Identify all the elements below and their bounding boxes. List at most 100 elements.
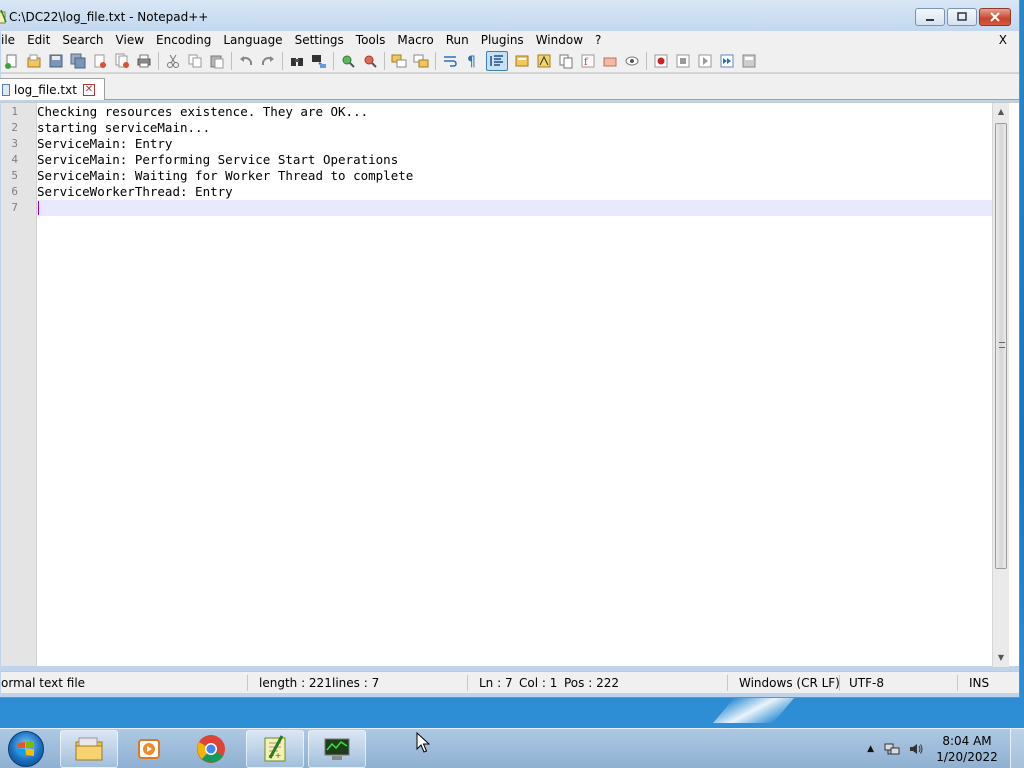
file-explorer-icon (75, 737, 103, 761)
notepad-plus-plus-icon: ++ (264, 735, 286, 762)
taskbar-notepad-plus-plus[interactable]: ++ (246, 730, 304, 768)
play-macro-button[interactable] (697, 53, 713, 69)
redo-button[interactable] (260, 53, 276, 69)
text-caret (38, 201, 39, 215)
window-controls (915, 8, 1011, 26)
menu-plugins[interactable]: Plugins (475, 31, 530, 49)
tab-close-icon[interactable]: ✕ (82, 83, 95, 96)
zoom-out-button[interactable] (362, 53, 378, 69)
menu-view[interactable]: View (110, 31, 150, 49)
status-insert-mode[interactable]: INS (969, 672, 989, 694)
code-line[interactable]: starting serviceMain... (37, 120, 993, 136)
close-icon (990, 12, 1000, 22)
menu-encoding[interactable]: Encoding (150, 31, 217, 49)
svg-text:¶: ¶ (467, 54, 476, 69)
menu-macro[interactable]: Macro (391, 31, 439, 49)
run-macro-multiple-button[interactable] (719, 53, 735, 69)
vertical-scrollbar[interactable]: ▲ ▼ (992, 103, 1009, 667)
scroll-up-arrow-icon[interactable]: ▲ (993, 103, 1009, 119)
taskbar-chrome[interactable] (182, 730, 240, 768)
undo-button[interactable] (238, 53, 254, 69)
status-separator (839, 675, 840, 691)
function-list-button[interactable] (558, 53, 574, 69)
sync-horizontal-button[interactable] (413, 53, 429, 69)
sync-horizontal-icon (413, 54, 429, 67)
menu-file[interactable]: ile (1, 31, 21, 49)
show-desktop-button[interactable] (1010, 729, 1024, 768)
volume-icon[interactable] (908, 741, 924, 757)
open-file-button[interactable] (26, 53, 42, 69)
copy-icon (188, 54, 202, 67)
menu-run[interactable]: Run (440, 31, 475, 49)
editor-area[interactable]: 1 2 3 4 5 6 7 Checking resources existen… (1, 102, 1019, 667)
find-button[interactable] (289, 53, 305, 69)
zoom-in-button[interactable] (340, 53, 356, 69)
menu-help[interactable]: ? (589, 31, 607, 49)
close-all-button[interactable] (114, 53, 130, 69)
stop-macro-button[interactable] (675, 53, 691, 69)
show-all-chars-button[interactable]: ¶ (464, 53, 480, 69)
menu-window[interactable]: Window (530, 31, 589, 49)
save-icon (49, 54, 63, 67)
menu-language[interactable]: Language (217, 31, 288, 49)
new-file-button[interactable] (4, 53, 20, 69)
maximize-button[interactable] (947, 8, 977, 26)
close-window-button[interactable] (979, 8, 1011, 26)
record-macro-button[interactable] (653, 53, 669, 69)
network-icon[interactable] (884, 741, 900, 757)
function-button[interactable]: f (580, 53, 596, 69)
menu-settings[interactable]: Settings (289, 31, 350, 49)
current-code-line[interactable] (37, 200, 993, 216)
chrome-icon (197, 735, 225, 763)
scroll-down-arrow-icon[interactable]: ▼ (993, 649, 1009, 665)
paste-button[interactable] (209, 53, 225, 69)
status-file-type: ormal text file (1, 676, 86, 690)
tab-log-file[interactable]: log_file.txt ✕ (0, 78, 105, 100)
cut-button[interactable] (165, 53, 181, 69)
taskbar-network-monitor[interactable] (308, 730, 366, 768)
notepad-plus-plus-app-icon[interactable] (0, 10, 7, 24)
code-line[interactable]: ServiceWorkerThread: Entry (37, 184, 993, 200)
code-text-area[interactable]: Checking resources existence. They are O… (37, 103, 993, 666)
word-wrap-icon (444, 55, 457, 67)
scrollbar-thumb[interactable] (995, 123, 1007, 569)
save-button[interactable] (48, 53, 64, 69)
save-all-button[interactable] (70, 53, 86, 69)
close-document-button[interactable]: X (999, 31, 1007, 49)
open-file-icon (27, 54, 41, 67)
indent-guide-button[interactable] (486, 50, 508, 71)
start-button[interactable] (8, 731, 44, 767)
code-line[interactable]: ServiceMain: Entry (37, 136, 993, 152)
word-wrap-button[interactable] (442, 53, 458, 69)
close-file-icon (94, 54, 106, 68)
monitoring-button[interactable] (624, 53, 640, 69)
taskbar-media-player[interactable] (120, 730, 178, 768)
print-button[interactable] (136, 53, 152, 69)
line-number-gutter: 1 2 3 4 5 6 7 (1, 103, 37, 666)
sync-vertical-button[interactable] (391, 53, 407, 69)
menu-edit[interactable]: Edit (21, 31, 56, 49)
show-hidden-icons-icon[interactable]: ▲ (867, 744, 874, 754)
status-eol[interactable]: Windows (CR LF) (739, 672, 840, 694)
status-lines: lines : 7 (332, 676, 380, 690)
code-line[interactable]: ServiceMain: Performing Service Start Op… (37, 152, 993, 168)
code-line[interactable]: Checking resources existence. They are O… (37, 104, 993, 120)
replace-button[interactable] (311, 53, 327, 69)
close-file-button[interactable] (92, 53, 108, 69)
folder-workspace-button[interactable] (602, 53, 618, 69)
status-encoding[interactable]: UTF-8 (849, 672, 884, 694)
eye-icon (625, 56, 639, 65)
folder-icon (603, 57, 617, 66)
copy-button[interactable] (187, 53, 203, 69)
save-macro-button[interactable] (741, 53, 757, 69)
menu-tools[interactable]: Tools (350, 31, 392, 49)
code-line[interactable]: ServiceMain: Waiting for Worker Thread t… (37, 168, 993, 184)
title-bar[interactable]: C:\DC22\log_file.txt - Notepad++ (0, 0, 1019, 32)
menu-search[interactable]: Search (56, 31, 109, 49)
doc-map-button[interactable] (536, 53, 552, 69)
taskbar-file-explorer[interactable] (60, 730, 118, 768)
system-clock[interactable]: 8:04 AM 1/20/2022 (932, 733, 1002, 765)
status-separator (467, 675, 468, 691)
user-language-button[interactable] (514, 53, 530, 69)
minimize-button[interactable] (915, 8, 945, 26)
